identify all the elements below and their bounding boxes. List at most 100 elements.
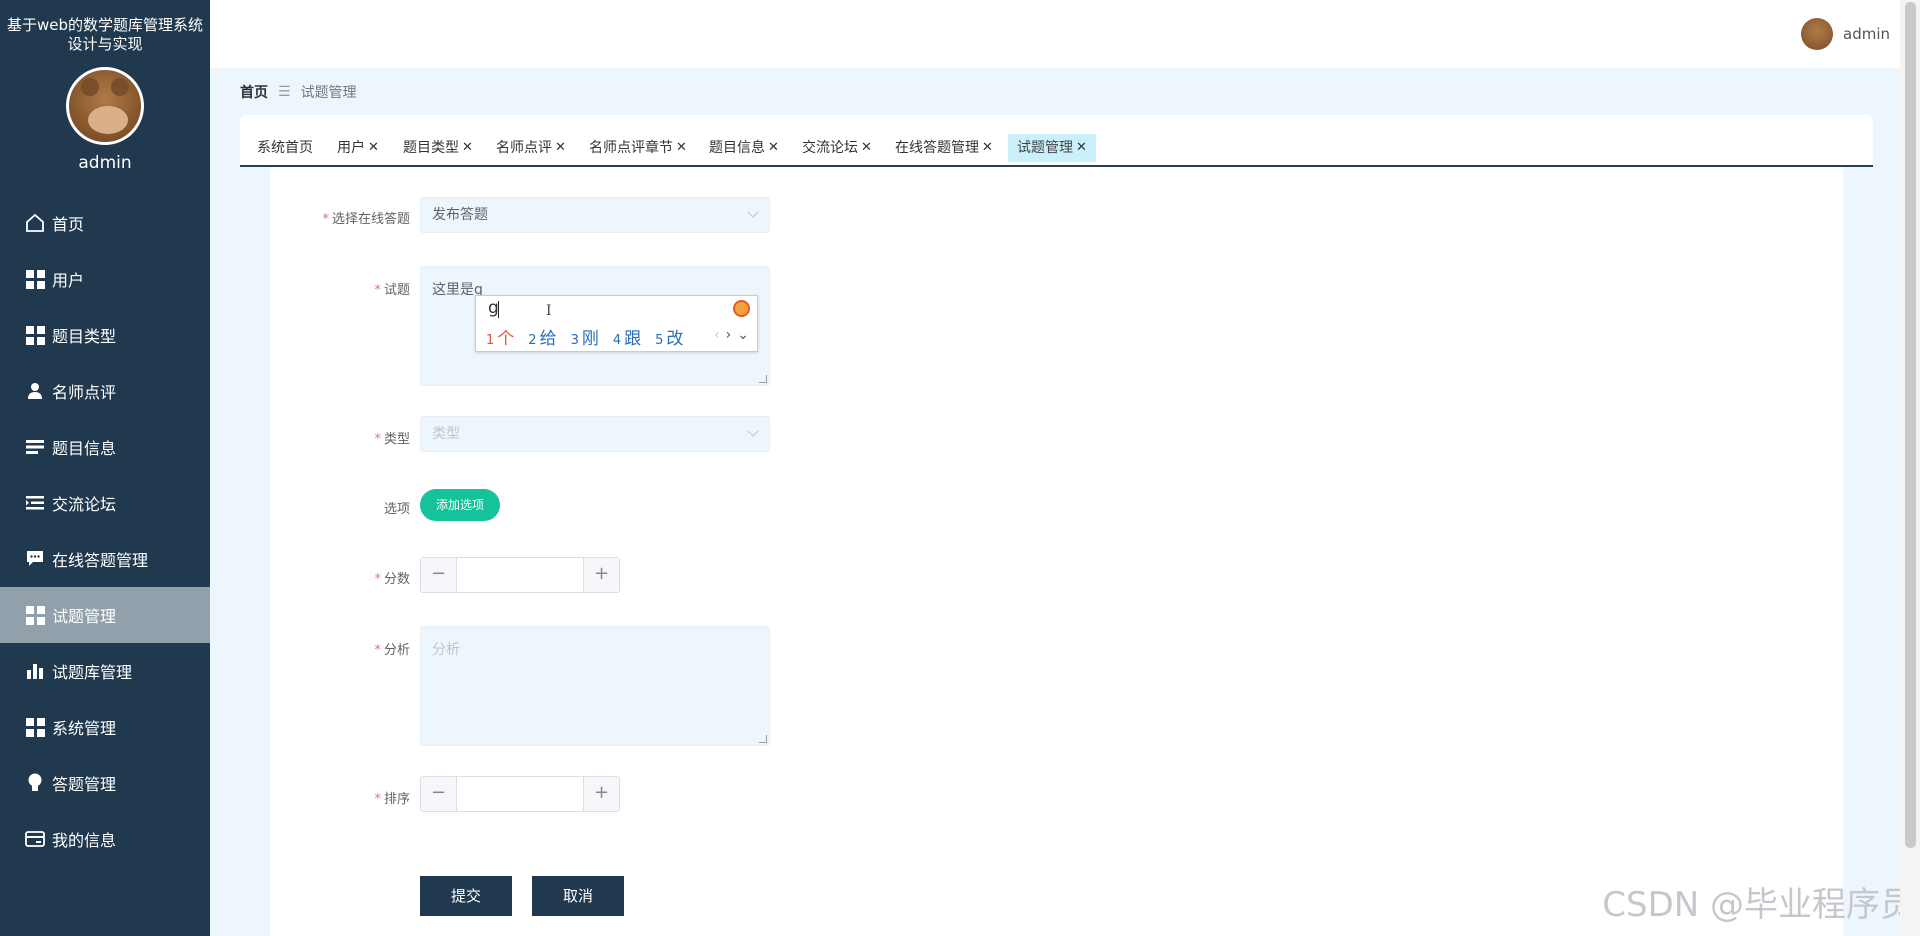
ime-candidate[interactable]: 3刚 <box>571 324 599 349</box>
online-exam-select[interactable]: 发布答题 <box>420 197 770 233</box>
chevron-down-icon <box>747 206 759 218</box>
tab-label: 系统首页 <box>257 140 313 156</box>
ime-candidate[interactable]: 5改 <box>655 324 683 349</box>
score-input[interactable] <box>457 558 583 592</box>
increment-button[interactable]: + <box>583 777 619 811</box>
ime-nav: ‹ › ⌄ <box>714 327 749 343</box>
close-icon[interactable]: ✕ <box>1076 134 1087 162</box>
close-icon[interactable]: ✕ <box>982 134 993 162</box>
ime-candidate[interactable]: 2给 <box>528 324 556 349</box>
analysis-textarea[interactable]: 分析 <box>420 626 770 746</box>
type-select[interactable]: 类型 <box>420 416 770 452</box>
top-user-name: admin <box>1843 25 1890 43</box>
card-icon <box>24 828 46 850</box>
sidebar-item-answers[interactable]: 答题管理 <box>0 755 210 811</box>
submit-button[interactable]: 提交 <box>420 876 512 916</box>
analysis-label: * 分析 <box>374 643 410 658</box>
sidebar-item-system[interactable]: 系统管理 <box>0 699 210 755</box>
home-icon <box>24 212 46 234</box>
sidebar-item-label: 名师点评 <box>52 383 117 402</box>
top-bar: admin <box>210 0 1900 68</box>
grid-icon <box>24 268 46 290</box>
tab-label: 试题管理 <box>1017 140 1073 156</box>
sidebar-item-label: 试题库管理 <box>52 663 133 682</box>
sidebar-item-label: 我的信息 <box>52 831 117 850</box>
avatar <box>66 67 144 145</box>
sidebar-item-label: 题目信息 <box>52 439 117 458</box>
tab-online-exam[interactable]: 在线答题管理 ✕ <box>886 134 1002 162</box>
resize-handle-icon[interactable] <box>759 735 767 743</box>
tab-label: 名师点评章节 <box>589 140 673 156</box>
watermark: CSDN @毕业程序员 <box>1602 885 1914 925</box>
sidebar-item-question-info[interactable]: 题目信息 <box>0 419 210 475</box>
online-exam-label: * 选择在线答题 <box>322 212 410 227</box>
sidebar-item-question-bank[interactable]: 试题库管理 <box>0 643 210 699</box>
tab-teacher-reviews[interactable]: 名师点评 ✕ <box>487 134 575 162</box>
breadcrumb-separator-icon: ☰ <box>278 84 291 100</box>
grid-icon <box>24 324 46 346</box>
close-icon[interactable]: ✕ <box>861 134 872 162</box>
sidebar-item-teacher-reviews[interactable]: 名师点评 <box>0 363 210 419</box>
tab-forum[interactable]: 交流论坛 ✕ <box>793 134 881 162</box>
score-stepper: − + <box>420 557 620 593</box>
add-option-button[interactable]: 添加选项 <box>420 489 500 521</box>
tab-question-management[interactable]: 试题管理 ✕ <box>1008 134 1096 162</box>
tab-label: 用户 <box>337 140 365 156</box>
sidebar-item-online-exam[interactable]: 在线答题管理 <box>0 531 210 587</box>
chevron-down-icon[interactable]: ⌄ <box>737 327 749 343</box>
decrement-button[interactable]: − <box>421 777 457 811</box>
lightbulb-icon <box>24 772 46 794</box>
close-icon[interactable]: ✕ <box>368 134 379 162</box>
tab-question-types[interactable]: 题目类型 ✕ <box>394 134 482 162</box>
ime-candidates: 1个 2给 3刚 4跟 5改 <box>486 324 697 349</box>
sidebar-item-home[interactable]: 首页 <box>0 195 210 251</box>
list-indent-icon <box>24 492 46 514</box>
grid-icon <box>24 604 46 626</box>
chevron-right-icon[interactable]: › <box>726 327 732 343</box>
tab-label: 题目类型 <box>403 140 459 156</box>
score-label: * 分数 <box>374 572 410 587</box>
ime-candidate-popup: g I 1个 2给 3刚 4跟 5改 ‹ › ⌄ <box>475 295 758 352</box>
breadcrumb-home[interactable]: 首页 <box>240 82 268 102</box>
resize-handle-icon[interactable] <box>759 375 767 383</box>
close-icon[interactable]: ✕ <box>768 134 779 162</box>
close-icon[interactable]: ✕ <box>462 134 473 162</box>
scrollbar[interactable] <box>1900 0 1920 936</box>
tab-label: 在线答题管理 <box>895 140 979 156</box>
ime-logo-icon[interactable] <box>733 300 750 317</box>
sidebar-item-label: 用户 <box>52 271 85 290</box>
sidebar-item-question-types[interactable]: 题目类型 <box>0 307 210 363</box>
sidebar-item-label: 题目类型 <box>52 327 117 346</box>
type-label: * 类型 <box>374 432 410 447</box>
type-placeholder: 类型 <box>432 426 460 442</box>
user-menu[interactable]: admin <box>1801 18 1890 50</box>
tab-teacher-review-chapters[interactable]: 名师点评章节 ✕ <box>580 134 696 162</box>
grid-icon <box>24 716 46 738</box>
ime-candidate[interactable]: 1个 <box>486 324 514 349</box>
person-icon <box>24 380 46 402</box>
tab-label: 交流论坛 <box>802 140 858 156</box>
order-input[interactable] <box>457 777 583 811</box>
decrement-button[interactable]: − <box>421 558 457 592</box>
breadcrumb: 首页 ☰ 试题管理 <box>240 82 357 102</box>
chevron-left-icon[interactable]: ‹ <box>714 327 720 343</box>
tab-label: 题目信息 <box>709 140 765 156</box>
ime-candidate[interactable]: 4跟 <box>613 324 641 349</box>
scrollbar-thumb[interactable] <box>1905 2 1916 848</box>
sidebar-item-my-info[interactable]: 我的信息 <box>0 811 210 867</box>
cancel-button[interactable]: 取消 <box>532 876 624 916</box>
increment-button[interactable]: + <box>583 558 619 592</box>
close-icon[interactable]: ✕ <box>676 134 687 162</box>
sidebar-user-name: admin <box>78 153 132 173</box>
tab-users[interactable]: 用户 ✕ <box>328 134 388 162</box>
sidebar-item-forum[interactable]: 交流论坛 <box>0 475 210 531</box>
avatar <box>1801 18 1833 50</box>
sidebar-item-question-management[interactable]: 试题管理 <box>0 587 210 643</box>
close-icon[interactable]: ✕ <box>555 134 566 162</box>
tab-system-home[interactable]: 系统首页 <box>248 134 322 162</box>
sidebar-item-users[interactable]: 用户 <box>0 251 210 307</box>
list-icon <box>24 436 46 458</box>
text-caret <box>498 301 499 318</box>
tab-question-info[interactable]: 题目信息 ✕ <box>700 134 788 162</box>
sidebar-item-label: 试题管理 <box>52 607 117 626</box>
